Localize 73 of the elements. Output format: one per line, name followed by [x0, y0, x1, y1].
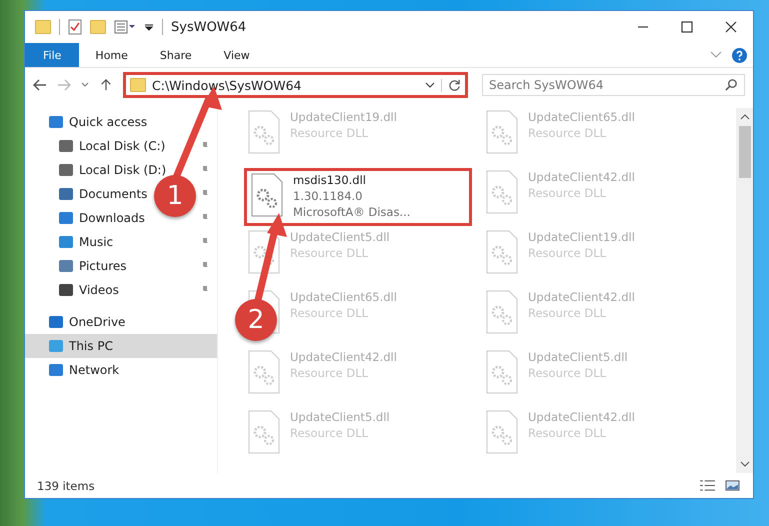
file-detail: Resource DLL	[528, 186, 608, 200]
file-name: UpdateClient42.dll	[290, 350, 397, 364]
search-field[interactable]: Search SysWOW64	[482, 74, 745, 96]
sidebar-item[interactable]: Local Disk (D:)	[79, 163, 166, 177]
file-name: UpdateClient19.dll	[528, 230, 635, 244]
gear-file-icon	[248, 410, 280, 454]
file-name: UpdateClient19.dll	[290, 110, 397, 124]
file-name: UpdateClient5.dll	[528, 350, 628, 364]
file-name: UpdateClient42.dll	[528, 170, 635, 184]
large-icons-view-icon[interactable]	[724, 479, 741, 492]
sidebar-item[interactable]: Documents	[79, 187, 148, 201]
file-detail: Resource DLL	[528, 126, 608, 140]
ribbon-tab[interactable]: View	[208, 43, 266, 67]
ribbon-tab[interactable]: Home	[79, 43, 144, 67]
file-detail: Resource DLL	[290, 366, 370, 380]
file-detail: Resource DLL	[528, 306, 608, 320]
gear-file-icon	[486, 170, 518, 214]
file-menu-tab[interactable]: File	[25, 43, 80, 67]
file-detail: Resource DLL	[528, 426, 608, 440]
sidebar-item[interactable]: This PC	[25, 334, 217, 358]
sidebar-item[interactable]: Network	[25, 358, 217, 382]
gear-file-icon	[486, 350, 518, 394]
properties-icon[interactable]	[68, 19, 82, 35]
refresh-icon[interactable]	[441, 78, 461, 92]
scroll-up-icon[interactable]	[740, 114, 750, 120]
sidebar-item[interactable]: Downloads	[79, 211, 145, 225]
dropdown-icon[interactable]	[144, 22, 154, 32]
gear-file-icon	[486, 290, 518, 334]
gear-file-icon	[486, 410, 518, 454]
expand-ribbon-icon[interactable]	[710, 51, 722, 59]
help-icon[interactable]	[732, 48, 747, 62]
sidebar-item[interactable]: Music	[79, 235, 114, 249]
file-name: UpdateClient5.dll	[290, 230, 390, 244]
file-detail: Resource DLL	[528, 366, 608, 380]
window-title: SysWOW64	[171, 20, 246, 34]
file-name: UpdateClient65.dll	[290, 290, 397, 304]
gear-file-icon	[248, 350, 280, 394]
scroll-thumb[interactable]	[738, 126, 750, 178]
scroll-down-icon[interactable]	[740, 461, 750, 467]
file-detail: Resource DLL	[290, 426, 370, 440]
folder-icon	[130, 78, 146, 92]
address-bar[interactable]: C:\Windows\SysWOW64	[123, 72, 468, 98]
file-name: UpdateClient65.dll	[528, 110, 635, 124]
gear-file-icon	[251, 173, 283, 217]
search-icon[interactable]	[725, 78, 738, 91]
sidebar-item[interactable]: Quick access	[25, 110, 217, 134]
file-name: UpdateClient5.dll	[290, 410, 390, 424]
sidebar-item[interactable]: Videos	[79, 283, 119, 297]
file-name: UpdateClient42.dll	[528, 410, 635, 424]
file-detail: Resource DLL	[528, 246, 608, 260]
dropdown-icon[interactable]	[425, 82, 435, 88]
sidebar-item[interactable]: Pictures	[79, 259, 127, 273]
file-detail: Resource DLL	[290, 306, 370, 320]
gear-file-icon	[486, 230, 518, 274]
item-count: 139 items	[37, 478, 95, 492]
gear-file-icon	[248, 110, 280, 154]
file-name: UpdateClient42.dll	[528, 290, 635, 304]
scrollbar[interactable]	[736, 108, 753, 473]
sidebar-item[interactable]: Local Disk (C:)	[79, 139, 166, 153]
file-detail: MicrosoftA® Disas...	[293, 205, 410, 219]
ribbon-tab[interactable]: Share	[144, 43, 208, 67]
up-arrow-icon[interactable]	[99, 79, 113, 91]
gear-file-icon	[486, 110, 518, 154]
file-detail: Resource DLL	[290, 126, 370, 140]
details-view-icon[interactable]	[699, 479, 716, 492]
customize-toolbar-icon[interactable]	[114, 19, 136, 35]
file-name: msdis130.dll	[293, 173, 367, 187]
recent-locations-icon[interactable]	[81, 82, 89, 88]
file-item[interactable]: msdis130.dll 1.30.1184.0 MicrosoftA® Disas...	[244, 168, 472, 226]
file-detail: 1.30.1184.0	[293, 189, 364, 203]
back-arrow-icon[interactable]	[33, 79, 47, 91]
file-detail: Resource DLL	[290, 246, 370, 260]
sidebar-item[interactable]: OneDrive	[25, 310, 217, 334]
